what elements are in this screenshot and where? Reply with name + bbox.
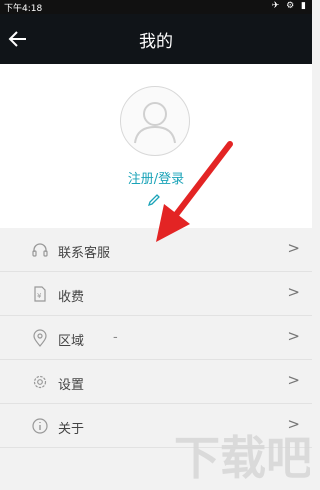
svg-text:¥: ¥ [37,292,42,300]
page-title: 我的 [139,32,173,52]
menu-item-settings[interactable]: 设置 > [0,360,312,404]
gear-icon [33,375,47,389]
chevron-right-icon: > [287,371,300,389]
svg-text:下载吧: 下载吧 [174,431,310,485]
menu-item-region[interactable]: 区域 - > [0,316,312,360]
headset-icon [32,243,48,257]
app-bar: 我的 [0,14,312,64]
location-icon [33,329,47,347]
status-icons: ✈ ⚙ ▮ [271,1,308,11]
menu-item-label: 联系客服 [58,246,111,261]
menu-item-fees[interactable]: ¥ 收费 > [0,272,312,316]
chevron-right-icon: > [287,283,300,301]
menu-item-label: 区域 [58,334,85,349]
menu-item-label: 关于 [58,422,85,437]
status-time: 下午4:18 [4,4,43,14]
chevron-right-icon: > [287,327,300,345]
chevron-right-icon: > [287,239,300,257]
avatar-placeholder-icon[interactable] [120,86,190,156]
region-value: - [113,330,118,345]
menu-item-customer-service[interactable]: 联系客服 > [0,228,312,272]
pencil-icon[interactable] [147,193,161,207]
menu-item-label: 设置 [58,378,85,393]
fee-icon: ¥ [34,286,46,302]
profile-section: 注册/登录 [0,64,312,228]
watermark-logo: 下载吧 [174,431,310,485]
login-link[interactable]: 注册/登录 [0,168,312,187]
status-bar: 下午4:18 ✈ ⚙ ▮ [0,0,312,14]
menu-item-label: 收费 [58,290,85,305]
menu-list: 联系客服 > ¥ 收费 > 区域 - > 设置 > 关于 > [0,228,312,448]
info-icon [32,418,48,434]
